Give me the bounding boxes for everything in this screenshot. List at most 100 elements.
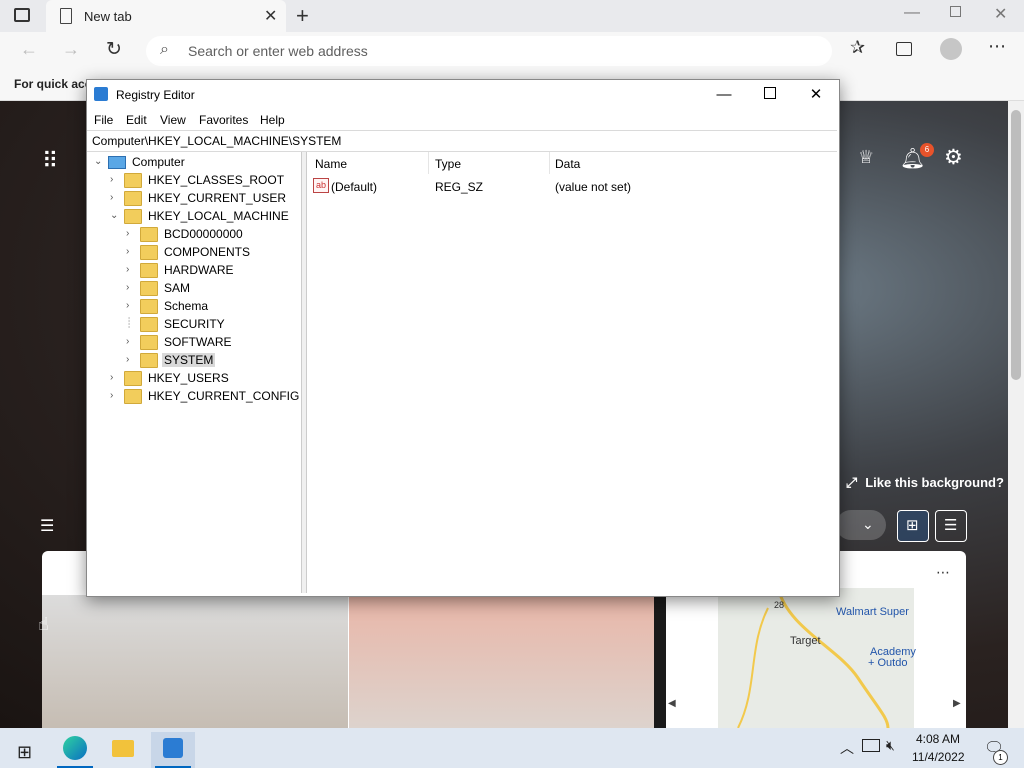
chevron-right-icon[interactable]: › <box>110 390 120 401</box>
registry-path: Computer\HKEY_LOCAL_MACHINE\SYSTEM <box>92 134 342 148</box>
chevron-right-icon[interactable]: › <box>126 264 136 275</box>
tab-actions-icon[interactable] <box>14 8 30 22</box>
list-view-button[interactable]: ☰ <box>935 510 967 542</box>
map-label: + Outdo <box>868 657 908 669</box>
column-header-name[interactable]: Name <box>315 157 347 171</box>
new-tab-icon[interactable]: + <box>296 3 309 29</box>
column-divider[interactable] <box>549 152 550 174</box>
string-value-icon: ab <box>313 178 329 193</box>
close-window-icon[interactable]: ✕ <box>994 4 1007 24</box>
chevron-right-icon[interactable]: › <box>126 246 136 257</box>
folder-icon <box>140 281 158 296</box>
tree-connector: ┊ <box>126 318 133 329</box>
column-divider[interactable] <box>428 152 429 174</box>
page-icon <box>60 8 72 24</box>
folder-icon <box>140 245 158 260</box>
rewards-icon[interactable]: ♕ <box>858 147 874 168</box>
taskbar-file-explorer[interactable] <box>101 732 145 768</box>
folder-icon <box>124 371 142 386</box>
registry-editor-icon <box>94 87 108 101</box>
feed-image[interactable] <box>349 595 654 728</box>
taskbar-edge[interactable] <box>53 732 97 768</box>
close-icon[interactable]: ✕ <box>793 80 839 110</box>
chevron-down-icon[interactable]: ⌄ <box>94 156 104 167</box>
value-data: (value not set) <box>555 180 632 194</box>
values-list: Name Type Data ab (Default) REG_SZ (valu… <box>307 152 837 593</box>
start-button[interactable]: ⊞ <box>4 732 48 768</box>
chevron-right-icon[interactable]: › <box>110 192 120 203</box>
favorites-icon[interactable]: ✰ <box>850 37 865 58</box>
registry-editor-icon <box>163 738 183 758</box>
tree-label: HKEY_CURRENT_USER <box>148 191 287 205</box>
network-icon[interactable] <box>862 739 880 752</box>
like-background-link[interactable]: ⤢ Like this background? <box>846 474 1004 491</box>
app-launcher-icon[interactable]: ⠿ <box>42 148 58 174</box>
feed-dropdown[interactable]: ⌄ <box>836 510 886 540</box>
menu-help[interactable]: Help <box>260 113 285 127</box>
chevron-up-icon[interactable]: ︿ <box>840 738 854 758</box>
chevron-right-icon[interactable]: › <box>126 300 136 311</box>
search-icon: ⌕ <box>160 41 169 58</box>
browser-tab[interactable]: New tab ✕ <box>46 0 286 32</box>
feed-more-icon[interactable]: ⋯ <box>936 564 950 581</box>
map-card[interactable]: Walmart Super Target Academy + Outdo 28 <box>718 588 916 728</box>
carousel-next-icon[interactable]: ▶ <box>953 698 961 709</box>
tree-label: COMPONENTS <box>164 245 251 259</box>
minimize-icon[interactable]: — <box>701 80 747 110</box>
menu-edit[interactable]: Edit <box>126 113 147 127</box>
column-header-data[interactable]: Data <box>555 157 580 171</box>
taskbar-time[interactable]: 4:08 AM <box>916 732 960 746</box>
more-options-icon[interactable]: ⋯ <box>988 36 1006 57</box>
tree-label: HARDWARE <box>164 263 234 277</box>
tree-label-selected: SYSTEM <box>162 353 216 367</box>
scrollbar-thumb[interactable] <box>1011 110 1021 380</box>
menu-view[interactable]: View <box>160 113 186 127</box>
close-tab-icon[interactable]: ✕ <box>264 6 277 26</box>
address-path-bar[interactable]: Computer\HKEY_LOCAL_MACHINE\SYSTEM <box>87 130 837 152</box>
taskbar-date[interactable]: 11/4/2022 <box>912 750 965 764</box>
maximize-icon[interactable] <box>747 80 793 110</box>
folder-icon <box>140 335 158 350</box>
restore-icon[interactable] <box>950 6 961 17</box>
address-placeholder: Search or enter web address <box>188 43 368 59</box>
mouse-cursor-icon: ☝ <box>38 614 49 634</box>
grid-icon: ⊞ <box>906 517 919 534</box>
file-explorer-icon <box>112 740 134 757</box>
tree-label: Computer <box>132 155 185 169</box>
value-name: (Default) <box>331 180 378 194</box>
tree-label: SECURITY <box>164 317 225 331</box>
back-icon[interactable]: ← <box>20 39 38 60</box>
browser-tab-bar: New tab ✕ + — ✕ <box>0 0 1024 32</box>
expand-icon: ⤢ <box>846 474 858 490</box>
forward-icon[interactable]: → <box>62 39 80 60</box>
refresh-icon[interactable]: ↻ <box>106 38 122 61</box>
menu-icon[interactable]: ☰ <box>40 516 54 536</box>
taskbar-registry-editor[interactable] <box>151 732 195 768</box>
chevron-right-icon[interactable]: › <box>126 354 136 365</box>
chevron-right-icon[interactable]: › <box>126 336 136 347</box>
chevron-right-icon[interactable]: › <box>126 282 136 293</box>
menu-file[interactable]: File <box>94 113 113 127</box>
tree-label: BCD00000000 <box>164 227 243 241</box>
folder-icon <box>140 227 158 242</box>
chevron-down-icon[interactable]: ⌄ <box>110 210 120 221</box>
minimize-icon[interactable]: — <box>904 4 920 22</box>
collections-icon[interactable] <box>896 42 912 56</box>
window-title: Registry Editor <box>116 88 195 102</box>
volume-muted-icon[interactable]: 🔇︎ <box>886 737 895 754</box>
column-header-type[interactable]: Type <box>435 157 461 171</box>
menu-favorites[interactable]: Favorites <box>199 113 248 127</box>
map-label: Target <box>790 635 821 647</box>
settings-gear-icon[interactable]: ⚙ <box>944 145 963 170</box>
address-bar[interactable]: ⌕ Search or enter web address <box>146 36 832 66</box>
windows-logo-icon: ⊞ <box>17 742 33 762</box>
carousel-prev-icon[interactable]: ◀ <box>668 698 676 709</box>
title-bar[interactable]: Registry Editor — ✕ <box>87 80 839 110</box>
feed-image[interactable] <box>42 595 348 728</box>
profile-avatar[interactable] <box>940 38 962 60</box>
chevron-right-icon[interactable]: › <box>110 372 120 383</box>
grid-view-button[interactable]: ⊞ <box>897 510 929 542</box>
chevron-right-icon[interactable]: › <box>110 174 120 185</box>
feed-image <box>654 595 666 728</box>
chevron-right-icon[interactable]: › <box>126 228 136 239</box>
